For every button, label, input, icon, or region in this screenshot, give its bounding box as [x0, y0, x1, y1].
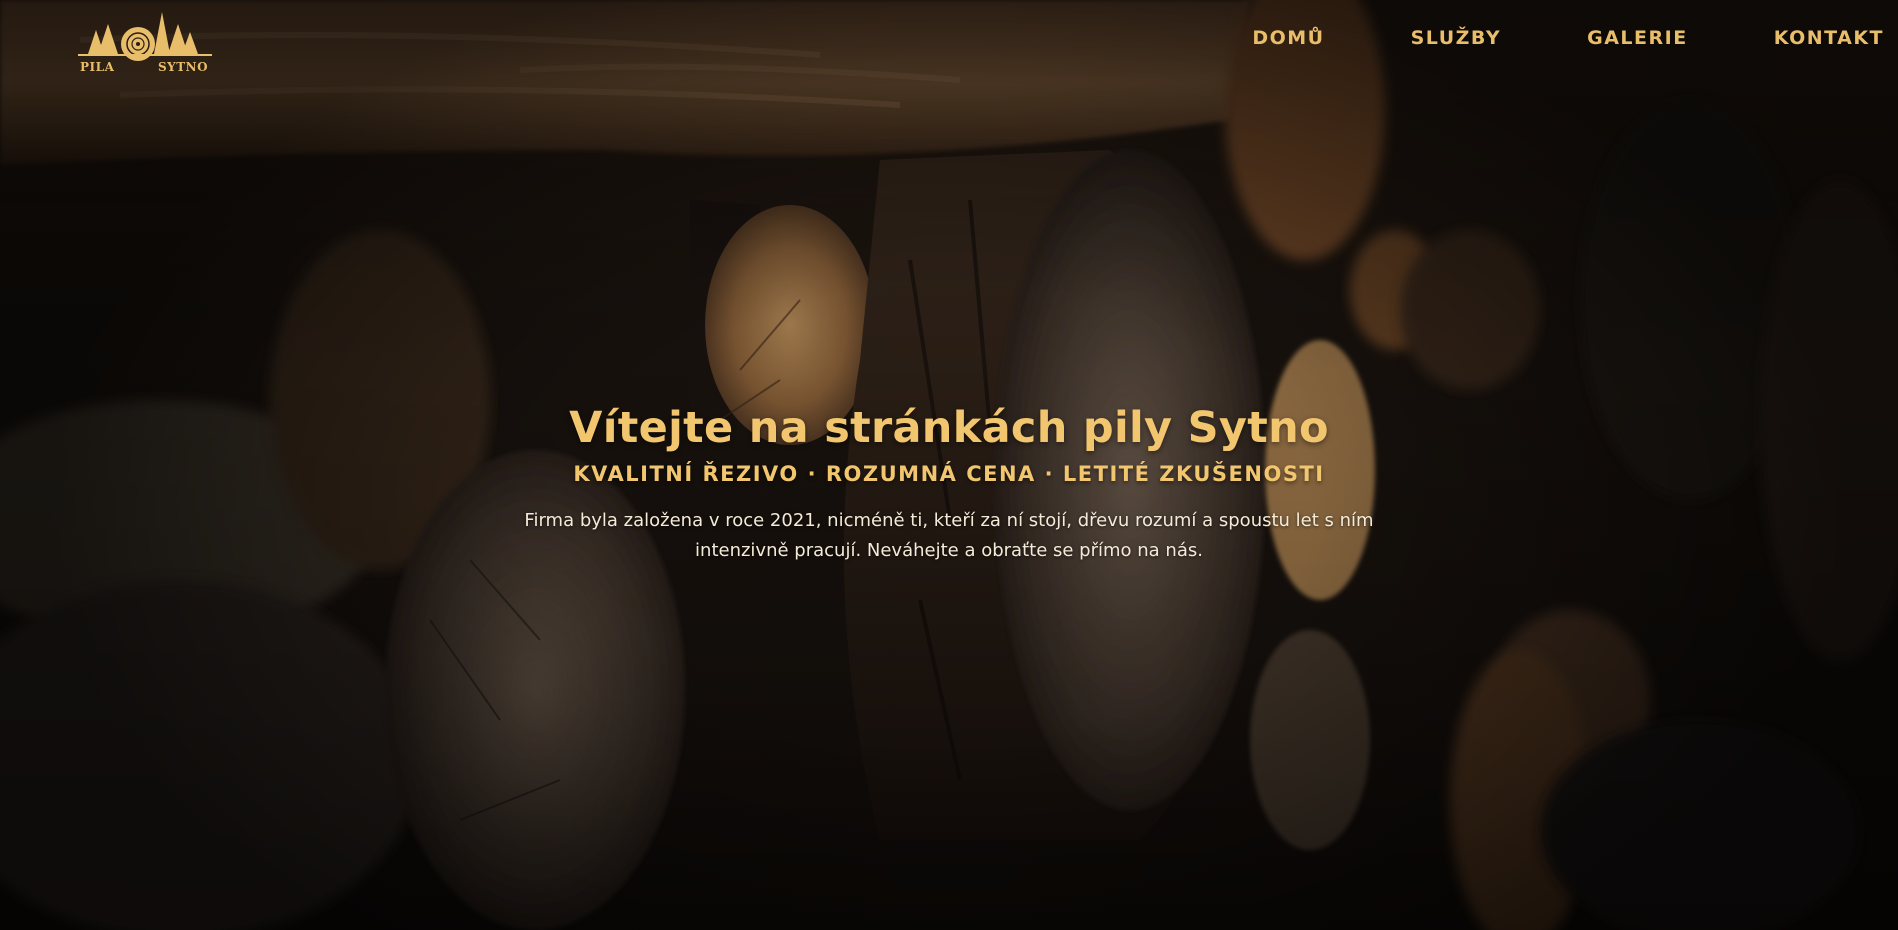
- hero-description: Firma byla založena v roce 2021, nicméně…: [524, 510, 1374, 561]
- hero-section: PILA SYTNO DOMŮ SLUŽBY GALERIE KONTAKT V…: [0, 0, 1898, 930]
- hero-subtitle: KVALITNÍ ŘEZIVO · ROZUMNÁ CENA · LETITÉ …: [573, 462, 1325, 486]
- logo-word-right: SYTNO: [158, 60, 209, 74]
- logo-word-left: PILA: [80, 60, 115, 74]
- nav-item-contact[interactable]: KONTAKT: [1774, 26, 1884, 50]
- nav-item-gallery[interactable]: GALERIE: [1587, 26, 1688, 50]
- hero-content: Vítejte na stránkách pily Sytno KVALITNÍ…: [449, 402, 1449, 566]
- hero-title: Vítejte na stránkách pily Sytno: [569, 403, 1329, 453]
- nav-item-home[interactable]: DOMŮ: [1252, 26, 1324, 50]
- nav-item-services[interactable]: SLUŽBY: [1411, 26, 1502, 50]
- main-navigation: DOMŮ SLUŽBY GALERIE KONTAKT: [1252, 26, 1884, 50]
- logo-icon: [78, 12, 212, 61]
- logo-link[interactable]: PILA SYTNO: [78, 10, 212, 76]
